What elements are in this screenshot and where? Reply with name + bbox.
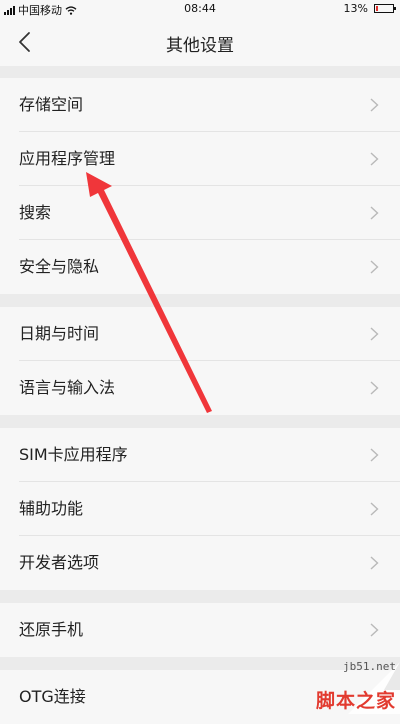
chevron-right-icon: [370, 623, 379, 637]
page-title: 其他设置: [166, 36, 234, 56]
menu-item-label: 存储空间: [19, 95, 84, 114]
menu-item-label: 搜索: [19, 203, 52, 222]
menu-item-label: 日期与时间: [19, 324, 100, 343]
chevron-right-icon: [370, 381, 379, 395]
menu-item-label: 应用程序管理: [19, 149, 116, 168]
watermark-url: jb51.net: [343, 660, 396, 673]
chevron-right-icon: [370, 448, 379, 462]
menu-item-label: 还原手机: [19, 620, 84, 639]
chevron-right-icon: [370, 327, 379, 341]
section-gap: [0, 590, 400, 603]
section-gap: [0, 294, 400, 307]
menu-item-date-time[interactable]: 日期与时间: [0, 307, 400, 361]
menu-item-sim-apps[interactable]: SIM卡应用程序: [0, 428, 400, 482]
watermark-name: 脚本之家: [315, 690, 396, 712]
menu-item-search[interactable]: 搜索: [0, 186, 400, 240]
watermark: jb51.net 脚本之家: [304, 660, 400, 714]
battery-percent: 13%: [343, 2, 368, 15]
settings-group-sim-developer: SIM卡应用程序 辅助功能 开发者选项: [0, 428, 400, 590]
nav-bar: 其他设置: [0, 18, 400, 66]
menu-item-accessibility[interactable]: 辅助功能: [0, 482, 400, 536]
battery-icon: [374, 4, 396, 13]
menu-item-label: SIM卡应用程序: [19, 445, 128, 464]
status-bar: 中国移动 08:44 13%: [0, 0, 400, 18]
menu-item-developer-options[interactable]: 开发者选项: [0, 536, 400, 590]
menu-item-label: OTG连接: [19, 687, 86, 706]
status-time: 08:44: [184, 2, 216, 15]
menu-item-app-management[interactable]: 应用程序管理: [0, 132, 400, 186]
menu-item-security-privacy[interactable]: 安全与隐私: [0, 240, 400, 294]
chevron-right-icon: [370, 98, 379, 112]
menu-item-storage[interactable]: 存储空间: [0, 78, 400, 132]
chevron-right-icon: [370, 206, 379, 220]
section-gap: [0, 415, 400, 428]
chevron-right-icon: [370, 260, 379, 274]
menu-item-label: 辅助功能: [19, 499, 84, 518]
settings-group-storage-security: 存储空间 应用程序管理 搜索 安全与隐私: [0, 78, 400, 294]
chevron-right-icon: [370, 152, 379, 166]
settings-group-reset: 还原手机: [0, 603, 400, 657]
menu-item-language-input[interactable]: 语言与输入法: [0, 361, 400, 415]
menu-item-label: 语言与输入法: [19, 378, 116, 397]
menu-item-label: 开发者选项: [19, 553, 100, 572]
chevron-right-icon: [370, 502, 379, 516]
section-gap: [0, 66, 400, 78]
settings-group-date-language: 日期与时间 语言与输入法: [0, 307, 400, 415]
menu-item-reset-phone[interactable]: 还原手机: [0, 603, 400, 657]
menu-item-label: 安全与隐私: [19, 257, 100, 276]
chevron-right-icon: [370, 556, 379, 570]
